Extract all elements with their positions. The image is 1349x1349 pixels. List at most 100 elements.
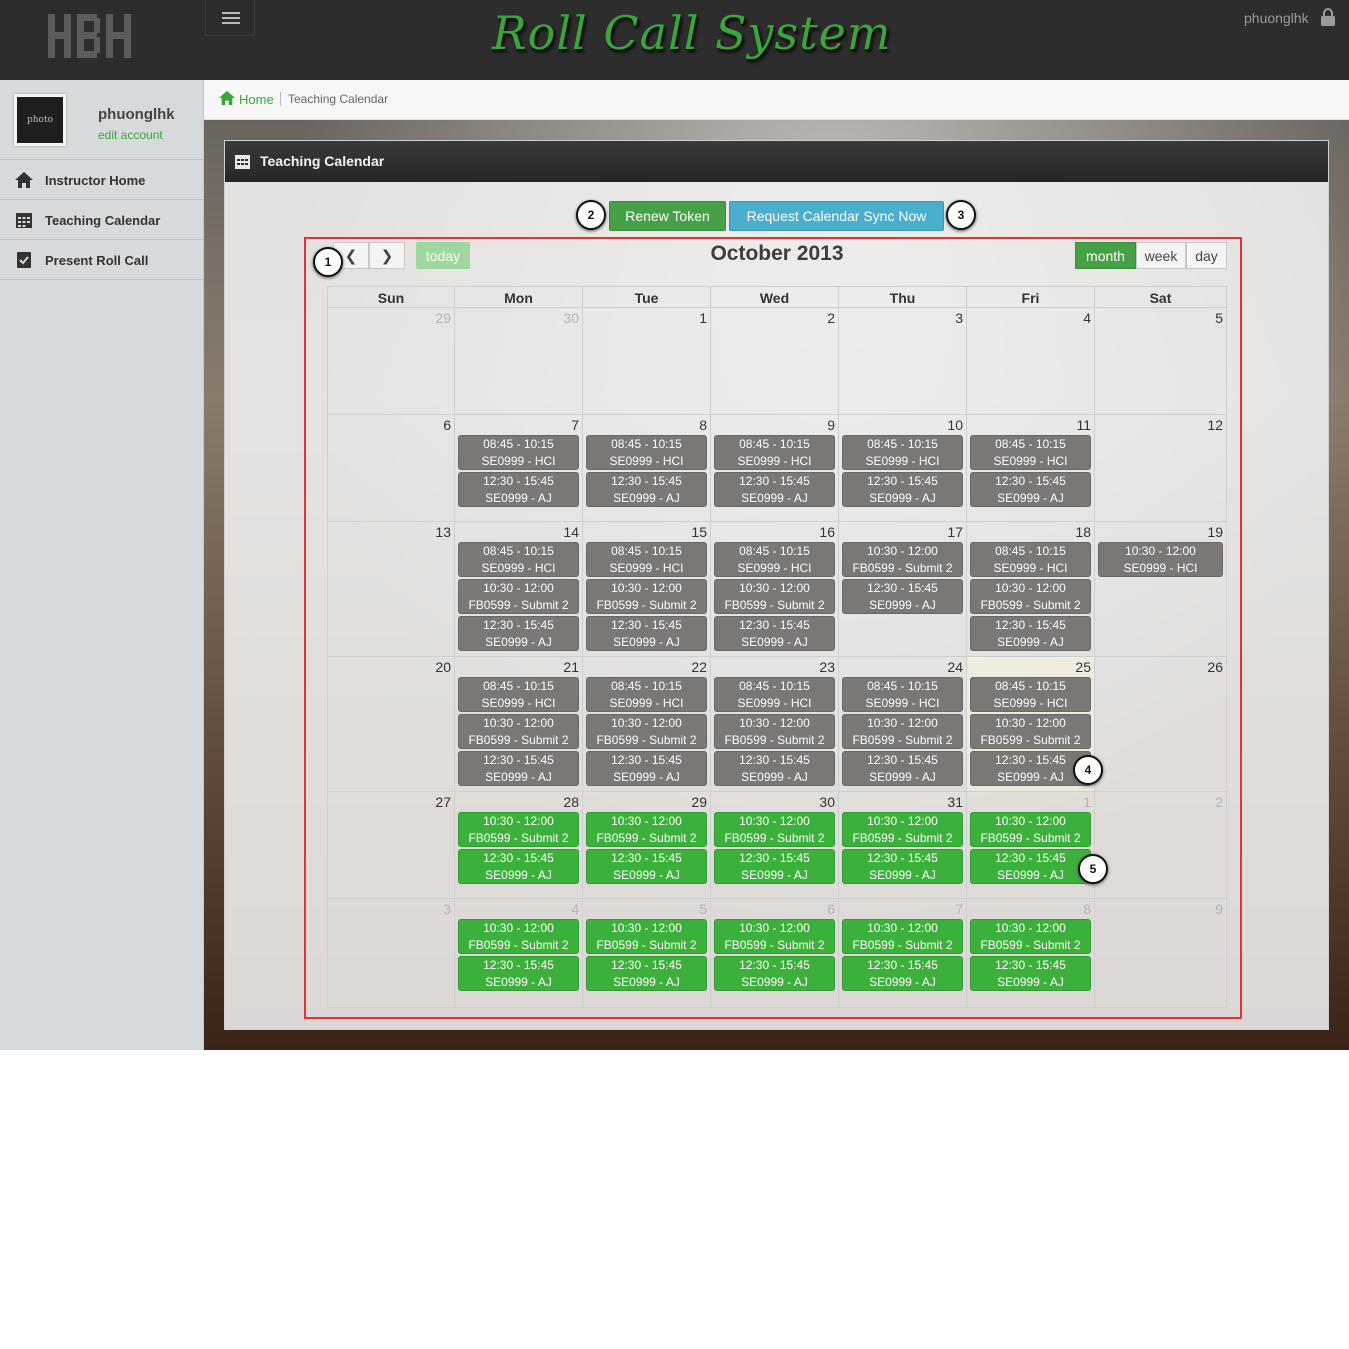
calendar-event[interactable]: 08:45 - 10:15 SE0999 - HCI — [842, 435, 963, 470]
calendar-day-cell[interactable]: 5 — [1095, 308, 1227, 415]
calendar-event[interactable]: 12:30 - 15:45 SE0999 - AJ — [586, 472, 707, 507]
calendar-event[interactable]: 12:30 - 15:45 SE0999 - AJ — [970, 849, 1091, 884]
calendar-event[interactable]: 08:45 - 10:15 SE0999 - HCI — [970, 677, 1091, 712]
calendar-day-cell[interactable]: 23 08:45 - 10:15 SE0999 - HCI 10:30 - 12:00… — [711, 657, 839, 792]
calendar-day-cell[interactable]: 17 10:30 - 12:00 FB0599 - Submit 2 12:30 - … — [839, 522, 967, 657]
calendar-event[interactable]: 10:30 - 12:00 FB0599 - Submit 2 — [586, 919, 707, 954]
calendar-event[interactable]: 12:30 - 15:45 SE0999 - AJ — [586, 751, 707, 786]
calendar-event[interactable]: 10:30 - 12:00 FB0599 - Submit 2 — [970, 812, 1091, 847]
calendar-event[interactable]: 10:30 - 12:00 FB0599 - Submit 2 — [842, 714, 963, 749]
calendar-day-cell[interactable]: 16 08:45 - 10:15 SE0999 - HCI 10:30 - 12:00… — [711, 522, 839, 657]
calendar-day-cell[interactable]: 8 08:45 - 10:15 SE0999 - HCI 12:30 - 15:45 S… — [583, 415, 711, 522]
calendar-day-cell[interactable]: 11 08:45 - 10:15 SE0999 - HCI 12:30 - 15:45… — [967, 415, 1095, 522]
calendar-day-cell[interactable]: 8 10:30 - 12:00 FB0599 - Submit 2 12:30 - 1… — [967, 899, 1095, 1008]
calendar-event[interactable]: 10:30 - 12:00 FB0599 - Submit 2 — [970, 919, 1091, 954]
calendar-event[interactable]: 12:30 - 15:45 SE0999 - AJ — [970, 956, 1091, 991]
sidebar-item-teaching-calendar[interactable]: Teaching Calendar — [0, 200, 203, 240]
calendar-day-cell[interactable]: 29 10:30 - 12:00 FB0599 - Submit 2 12:30 - … — [583, 792, 711, 899]
calendar-event[interactable]: 12:30 - 15:45 SE0999 - AJ — [458, 472, 579, 507]
calendar-event[interactable]: 10:30 - 12:00 SE0999 - HCI — [1098, 542, 1223, 577]
calendar-event[interactable]: 10:30 - 12:00 FB0599 - Submit 2 — [714, 579, 835, 614]
calendar-event[interactable]: 08:45 - 10:15 SE0999 - HCI — [970, 542, 1091, 577]
calendar-event[interactable]: 12:30 - 15:45 SE0999 - AJ — [714, 472, 835, 507]
calendar-day-cell[interactable]: 19 10:30 - 12:00 SE0999 - HCI — [1095, 522, 1227, 657]
calendar-event[interactable]: 10:30 - 12:00 FB0599 - Submit 2 — [842, 919, 963, 954]
home-icon[interactable] — [219, 90, 235, 106]
calendar-event[interactable]: 12:30 - 15:45 SE0999 - AJ — [586, 849, 707, 884]
calendar-event[interactable]: 12:30 - 15:45 SE0999 - AJ — [458, 849, 579, 884]
calendar-day-cell[interactable]: 22 08:45 - 10:15 SE0999 - HCI 10:30 - 12:00… — [583, 657, 711, 792]
calendar-event[interactable]: 10:30 - 12:00 FB0599 - Submit 2 — [970, 579, 1091, 614]
request-sync-button[interactable]: Request Calendar Sync Now — [729, 201, 944, 231]
calendar-event[interactable]: 08:45 - 10:15 SE0999 - HCI — [714, 542, 835, 577]
calendar-day-cell[interactable]: 2 — [711, 308, 839, 415]
calendar-event[interactable]: 12:30 - 15:45 SE0999 - AJ — [586, 616, 707, 651]
calendar-event[interactable]: 08:45 - 10:15 SE0999 - HCI — [714, 435, 835, 470]
calendar-event[interactable]: 12:30 - 15:45 SE0999 - AJ — [970, 616, 1091, 651]
sidebar-item-present-roll-call[interactable]: Present Roll Call — [0, 240, 203, 280]
calendar-day-cell[interactable]: 18 08:45 - 10:15 SE0999 - HCI 10:30 - 12:00… — [967, 522, 1095, 657]
calendar-event[interactable]: 10:30 - 12:00 FB0599 - Submit 2 — [970, 714, 1091, 749]
calendar-event[interactable]: 10:30 - 12:00 FB0599 - Submit 2 — [458, 919, 579, 954]
calendar-event[interactable]: 08:45 - 10:15 SE0999 - HCI — [714, 677, 835, 712]
view-week-button[interactable]: week — [1136, 242, 1186, 269]
calendar-event[interactable]: 10:30 - 12:00 FB0599 - Submit 2 — [586, 579, 707, 614]
calendar-event[interactable]: 08:45 - 10:15 SE0999 - HCI — [586, 435, 707, 470]
calendar-day-cell[interactable]: 6 — [327, 415, 455, 522]
calendar-event[interactable]: 10:30 - 12:00 FB0599 - Submit 2 — [458, 579, 579, 614]
calendar-event[interactable]: 10:30 - 12:00 FB0599 - Submit 2 — [586, 812, 707, 847]
calendar-day-cell[interactable]: 9 — [1095, 899, 1227, 1008]
calendar-event[interactable]: 12:30 - 15:45 SE0999 - AJ — [842, 472, 963, 507]
calendar-event[interactable]: 08:45 - 10:15 SE0999 - HCI — [586, 542, 707, 577]
calendar-day-cell[interactable]: 1 10:30 - 12:00 FB0599 - Submit 2 12:30 - 1… — [967, 792, 1095, 899]
calendar-day-cell[interactable]: 31 10:30 - 12:00 FB0599 - Submit 2 12:30 - … — [839, 792, 967, 899]
calendar-event[interactable]: 10:30 - 12:00 FB0599 - Submit 2 — [842, 812, 963, 847]
calendar-day-cell[interactable]: 12 — [1095, 415, 1227, 522]
calendar-event[interactable]: 12:30 - 15:45 SE0999 - AJ — [714, 616, 835, 651]
calendar-event[interactable]: 12:30 - 15:45 SE0999 - AJ — [458, 616, 579, 651]
calendar-day-cell[interactable]: 7 10:30 - 12:00 FB0599 - Submit 2 12:30 - 1… — [839, 899, 967, 1008]
calendar-event[interactable]: 12:30 - 15:45 SE0999 - AJ — [842, 751, 963, 786]
calendar-day-cell[interactable]: 6 10:30 - 12:00 FB0599 - Submit 2 12:30 - 1… — [711, 899, 839, 1008]
view-day-button[interactable]: day — [1186, 242, 1227, 269]
calendar-day-cell[interactable]: 3 — [839, 308, 967, 415]
sidebar-item-instructor-home[interactable]: Instructor Home — [0, 160, 203, 200]
calendar-day-cell[interactable]: 28 10:30 - 12:00 FB0599 - Submit 2 12:30 - … — [455, 792, 583, 899]
calendar-event[interactable]: 12:30 - 15:45 SE0999 - AJ — [714, 956, 835, 991]
calendar-event[interactable]: 10:30 - 12:00 FB0599 - Submit 2 — [586, 714, 707, 749]
lock-icon[interactable] — [1320, 8, 1336, 26]
calendar-day-cell[interactable]: 26 — [1095, 657, 1227, 792]
calendar-event[interactable]: 10:30 - 12:00 FB0599 - Submit 2 — [458, 714, 579, 749]
avatar[interactable]: photo — [14, 94, 66, 146]
calendar-event[interactable]: 12:30 - 15:45 SE0999 - AJ — [458, 751, 579, 786]
calendar-event[interactable]: 12:30 - 15:45 SE0999 - AJ — [970, 472, 1091, 507]
calendar-day-cell[interactable]: 24 08:45 - 10:15 SE0999 - HCI 10:30 - 12:00… — [839, 657, 967, 792]
calendar-event[interactable]: 08:45 - 10:15 SE0999 - HCI — [586, 677, 707, 712]
calendar-day-cell[interactable]: 13 — [327, 522, 455, 657]
calendar-day-cell[interactable]: 3 — [327, 899, 455, 1008]
calendar-day-cell[interactable]: 14 08:45 - 10:15 SE0999 - HCI 10:30 - 12:00… — [455, 522, 583, 657]
calendar-event[interactable]: 12:30 - 15:45 SE0999 - AJ — [586, 956, 707, 991]
calendar-event[interactable]: 08:45 - 10:15 SE0999 - HCI — [842, 677, 963, 712]
calendar-day-cell[interactable]: 7 08:45 - 10:15 SE0999 - HCI 12:30 - 15:45 S… — [455, 415, 583, 522]
calendar-event[interactable]: 10:30 - 12:00 FB0599 - Submit 2 — [714, 919, 835, 954]
sidebar-toggle-button[interactable] — [205, 0, 255, 36]
edit-account-link[interactable]: edit account — [98, 128, 163, 142]
calendar-event[interactable]: 12:30 - 15:45 SE0999 - AJ — [842, 956, 963, 991]
calendar-day-cell[interactable]: 5 10:30 - 12:00 FB0599 - Submit 2 12:30 - 1… — [583, 899, 711, 1008]
calendar-day-cell[interactable]: 30 — [455, 308, 583, 415]
calendar-day-cell[interactable]: 4 — [967, 308, 1095, 415]
calendar-event[interactable]: 12:30 - 15:45 SE0999 - AJ — [458, 956, 579, 991]
calendar-day-cell[interactable]: 10 08:45 - 10:15 SE0999 - HCI 12:30 - 15:45… — [839, 415, 967, 522]
calendar-day-cell[interactable]: 30 10:30 - 12:00 FB0599 - Submit 2 12:30 - … — [711, 792, 839, 899]
calendar-event[interactable]: 10:30 - 12:00 FB0599 - Submit 2 — [842, 542, 963, 577]
next-month-button[interactable]: ❯ — [369, 242, 405, 269]
calendar-day-cell[interactable]: 20 — [327, 657, 455, 792]
breadcrumb-home-link[interactable]: Home — [239, 92, 274, 107]
calendar-event[interactable]: 12:30 - 15:45 SE0999 - AJ — [842, 849, 963, 884]
calendar-day-cell[interactable]: 4 10:30 - 12:00 FB0599 - Submit 2 12:30 - 1… — [455, 899, 583, 1008]
calendar-event[interactable]: 12:30 - 15:45 SE0999 - AJ — [714, 849, 835, 884]
calendar-day-cell[interactable]: 27 — [327, 792, 455, 899]
calendar-event[interactable]: 10:30 - 12:00 FB0599 - Submit 2 — [714, 812, 835, 847]
calendar-event[interactable]: 10:30 - 12:00 FB0599 - Submit 2 — [458, 812, 579, 847]
